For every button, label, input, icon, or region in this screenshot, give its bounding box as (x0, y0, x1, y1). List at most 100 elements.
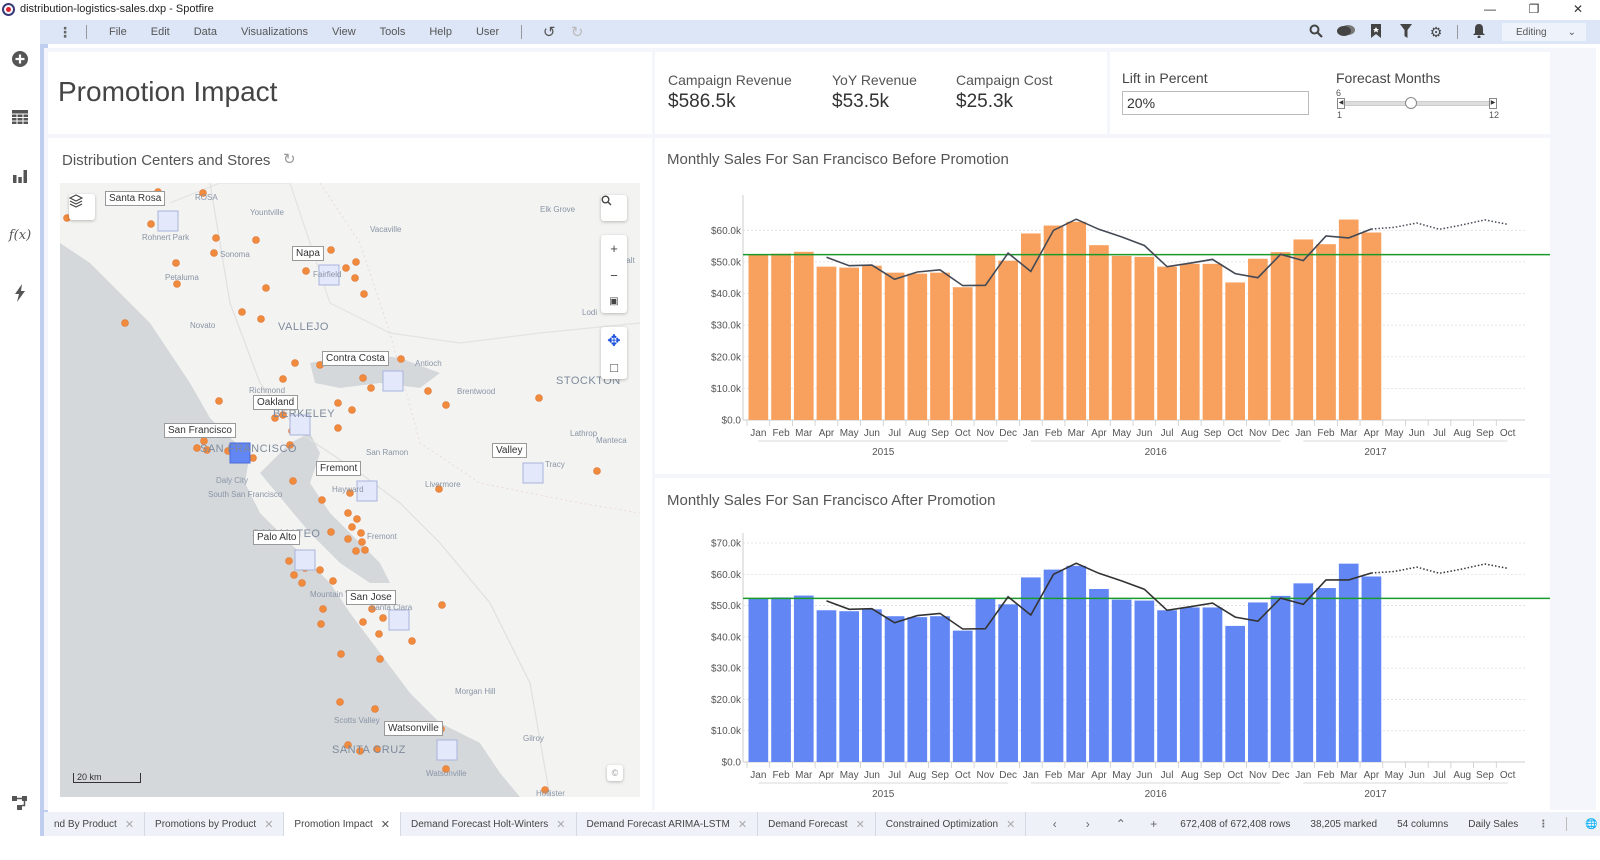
globe-icon[interactable]: 🌐 (1575, 819, 1600, 830)
undo-icon[interactable]: ↺ (538, 23, 560, 41)
zoom-to-fit-icon[interactable]: ▣ (609, 296, 618, 307)
x-tick-label: Jun (1409, 770, 1425, 781)
restore-icon[interactable]: ❐ (1512, 0, 1556, 18)
redo-icon[interactable]: ↻ (566, 23, 588, 41)
store-marker (327, 528, 335, 536)
close-icon[interactable]: ✕ (1556, 0, 1600, 18)
tab-label: Demand Forecast (768, 818, 848, 830)
map-chart[interactable]: ROSA Yountville Vacaville Elk Grove Rohnert … (60, 183, 640, 797)
bar (1134, 600, 1155, 762)
close-tab-icon[interactable]: ✕ (125, 818, 134, 831)
distribution-center-label[interactable]: Watsonville (384, 721, 443, 736)
map-search-icon[interactable] (601, 195, 627, 221)
page-overview-icon[interactable]: ⌃ (1104, 817, 1137, 831)
data-canvas-icon[interactable] (9, 792, 31, 814)
store-marker (371, 705, 379, 713)
marked-count[interactable]: 38,205 marked (1300, 819, 1387, 830)
distribution-center-label[interactable]: San Jose (346, 590, 396, 605)
next-page-icon[interactable]: › (1071, 817, 1104, 831)
pan-tool-icon[interactable]: ✥ (607, 331, 620, 351)
store-marker (593, 467, 601, 475)
distribution-center-label[interactable]: Santa Rosa (105, 191, 166, 206)
previous-page-icon[interactable]: ‹ (1038, 817, 1071, 831)
slider-max-button[interactable]: ▶ (1489, 98, 1497, 109)
slider-thumb[interactable] (1405, 97, 1417, 109)
add-icon[interactable] (9, 48, 31, 70)
expression-icon[interactable]: f(x) (9, 224, 31, 246)
close-tab-icon[interactable]: ✕ (556, 818, 565, 831)
distribution-center-label[interactable]: Napa (292, 246, 324, 261)
close-tab-icon[interactable]: ✕ (1006, 818, 1015, 831)
layers-icon[interactable] (69, 194, 95, 220)
notification-icon[interactable] (1464, 23, 1494, 41)
data-table-name[interactable]: Daily Sales (1458, 819, 1528, 830)
map-place-name: Fairfield (313, 270, 342, 279)
chart-before-promotion[interactable]: $0.0 $10.0k $20.0k $30.0k $40.0k $50.0k $60.0k… (655, 185, 1550, 475)
menu-file[interactable]: File (97, 26, 139, 38)
add-page-icon[interactable]: + (1137, 817, 1170, 831)
column-count[interactable]: 54 columns (1387, 819, 1458, 830)
close-tab-icon[interactable]: ✕ (381, 818, 390, 831)
bar (793, 595, 814, 762)
tab-promotions-by-product[interactable]: Promotions by Product ✕ (145, 812, 285, 836)
rectangle-select-icon[interactable]: □ (610, 360, 618, 375)
slider-min-button[interactable]: ◀ (1337, 98, 1345, 109)
x-tick-label: Jan (750, 428, 766, 439)
distribution-center-label[interactable]: Fremont (316, 461, 362, 476)
tab-demand-forecast[interactable]: Demand Forecast ✕ (758, 812, 876, 836)
slider-track[interactable] (1341, 101, 1493, 106)
distribution-center-label[interactable]: Palo Alto (253, 530, 301, 545)
filter-icon[interactable] (1391, 23, 1421, 41)
distribution-center-label[interactable]: Oakland (253, 395, 299, 410)
x-tick-label: Jul (1433, 770, 1446, 781)
lift-percent-input[interactable] (1122, 91, 1309, 115)
collaboration-icon[interactable] (1331, 24, 1361, 41)
distribution-center-label[interactable]: Valley (492, 443, 527, 458)
x-tick-label: Aug (908, 428, 926, 439)
close-tab-icon[interactable]: ✕ (264, 818, 273, 831)
bar (1225, 282, 1246, 420)
menu-view[interactable]: View (320, 26, 368, 38)
forecast-months-slider[interactable]: ◀ ▶ (1337, 97, 1500, 109)
bookmark-icon[interactable] (1361, 23, 1391, 41)
lightning-icon[interactable] (9, 282, 31, 304)
tab-promotion-impact[interactable]: Promotion Impact ✕ (284, 812, 402, 836)
slider-max-label: 12 (1489, 110, 1500, 120)
tab-demand-by-product[interactable]: nd By Product ✕ (44, 812, 146, 836)
menu-user[interactable]: User (464, 26, 511, 38)
zoom-in-icon[interactable]: + (610, 241, 618, 256)
menu-bar: ⋮ File Edit Data Visualizations View Too… (40, 20, 1600, 44)
search-icon[interactable] (1301, 24, 1331, 41)
close-tab-icon[interactable]: ✕ (738, 818, 747, 831)
data-table-icon[interactable] (9, 106, 31, 128)
kpi-label: Campaign Cost (956, 72, 1053, 88)
bar (952, 287, 973, 420)
menu-tools[interactable]: Tools (368, 26, 418, 38)
menu-visualizations[interactable]: Visualizations (229, 26, 320, 38)
attribution-icon[interactable]: © (607, 765, 623, 781)
chart-after-promotion[interactable]: $0.0 $10.0k $20.0k $30.0k $40.0k $50.0k $60.0k… (655, 525, 1550, 810)
visualization-icon[interactable] (9, 165, 31, 187)
x-tick-label: Jul (1161, 770, 1174, 781)
kebab-menu-icon[interactable]: ⋮ (54, 25, 76, 39)
tab-demand-forecast-arima-lstm[interactable]: Demand Forecast ARIMA-LSTM ✕ (577, 812, 759, 836)
menu-edit[interactable]: Edit (139, 26, 182, 38)
zoom-out-icon[interactable]: − (610, 268, 618, 283)
bar (1179, 607, 1200, 762)
close-tab-icon[interactable]: ✕ (856, 818, 865, 831)
tab-demand-forecast-holt-winters[interactable]: Demand Forecast Holt-Winters ✕ (401, 812, 577, 836)
zoom-controls: + − ▣ (601, 235, 627, 313)
minimize-icon[interactable]: — (1468, 0, 1512, 18)
tab-constrained-optimization[interactable]: Constrained Optimization ✕ (876, 812, 1027, 836)
menu-data[interactable]: Data (182, 26, 229, 38)
distribution-center-label[interactable]: Contra Costa (322, 351, 389, 366)
map-place-name: Rohnert Park (142, 233, 190, 242)
distribution-center-label[interactable]: San Francisco (164, 423, 236, 438)
distribution-center-marker (522, 462, 544, 484)
status-menu-icon[interactable]: ⋮ (1528, 819, 1558, 830)
settings-icon[interactable]: ⚙ (1421, 24, 1451, 41)
refresh-icon[interactable]: ↻ (283, 150, 296, 168)
slider-min-label: 1 (1337, 110, 1343, 120)
menu-help[interactable]: Help (417, 26, 464, 38)
mode-dropdown[interactable]: Editing ⌄ (1502, 23, 1586, 41)
